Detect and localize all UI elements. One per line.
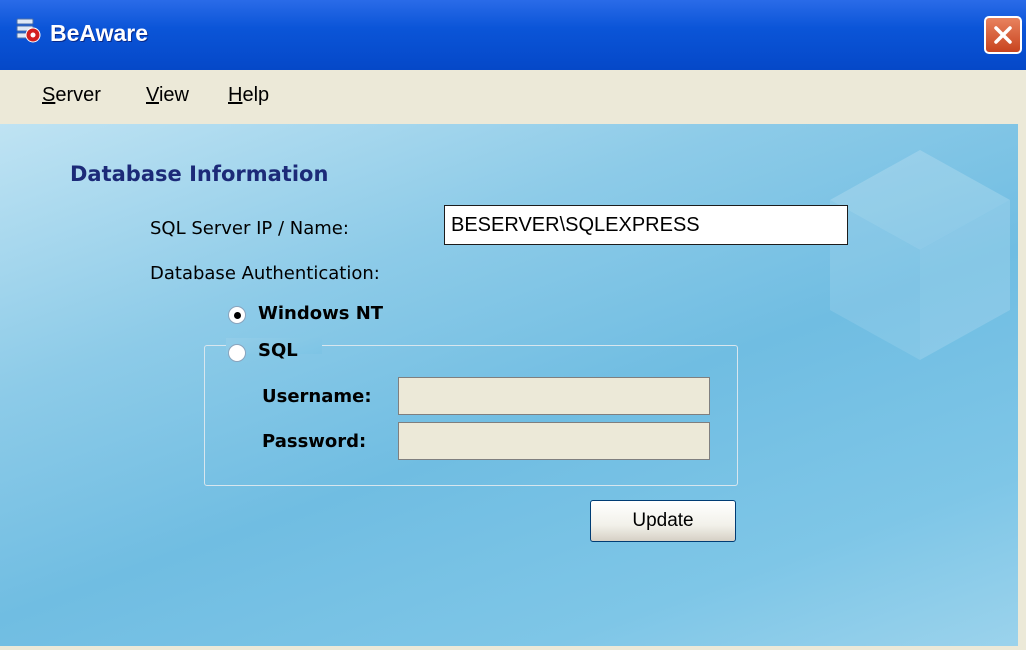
- username-input[interactable]: [398, 377, 710, 415]
- sql-credentials-group: [204, 345, 738, 486]
- app-database-icon: [16, 18, 41, 43]
- beaware-window: BeAware Server View Help Database Inform…: [0, 0, 1026, 650]
- menu-help-rest: elp: [242, 84, 270, 106]
- windows-nt-label[interactable]: Windows NT: [258, 303, 383, 324]
- menu-server-rest: erver: [55, 84, 101, 106]
- menu-server-mnemonic: S: [42, 84, 56, 106]
- server-name-input[interactable]: [444, 205, 848, 245]
- menu-view-mnemonic: V: [146, 84, 159, 106]
- menu-help[interactable]: Help: [228, 84, 269, 107]
- server-name-label: SQL Server IP / Name:: [150, 218, 349, 239]
- menu-view[interactable]: View: [146, 84, 189, 107]
- window-title: BeAware: [50, 20, 149, 46]
- menu-server[interactable]: Server: [42, 84, 101, 107]
- close-icon: [994, 26, 1012, 44]
- username-label: Username:: [262, 386, 372, 407]
- password-label: Password:: [262, 431, 367, 452]
- title-bar[interactable]: BeAware: [0, 0, 1026, 70]
- menu-bar: Server View Help: [0, 70, 1026, 124]
- window-right-border: [1018, 124, 1026, 650]
- radio-selected-dot: [234, 312, 241, 319]
- window-bottom-border: [0, 646, 1026, 650]
- menu-view-rest: iew: [158, 84, 189, 106]
- password-input[interactable]: [398, 422, 710, 460]
- windows-nt-radio[interactable]: [228, 306, 246, 324]
- background-cube-decoration: [830, 150, 1010, 360]
- menu-help-mnemonic: H: [228, 84, 243, 106]
- update-button[interactable]: Update: [590, 500, 736, 542]
- auth-label: Database Authentication:: [150, 263, 380, 284]
- close-button[interactable]: [984, 16, 1022, 54]
- sql-label[interactable]: SQL: [258, 340, 298, 361]
- sql-radio[interactable]: [228, 344, 246, 362]
- section-title: Database Information: [70, 162, 329, 186]
